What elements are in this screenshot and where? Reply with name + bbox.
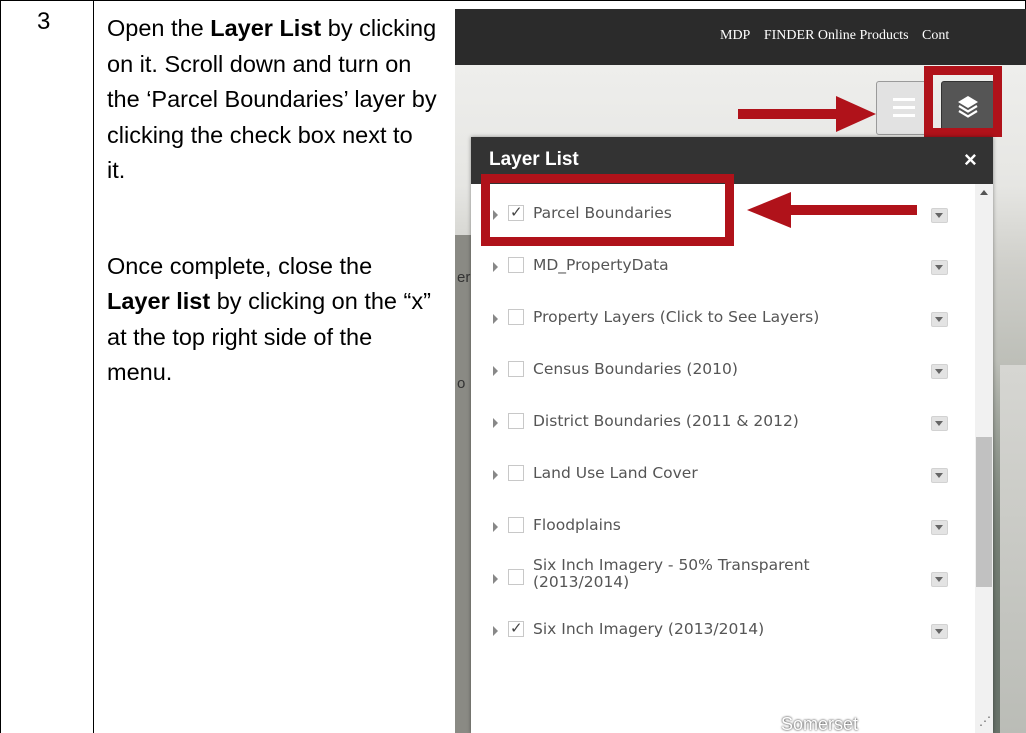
header-links: MDP FINDER Online Products Cont: [720, 28, 959, 44]
layer-label[interactable]: Six Inch Imagery - 50% Transparent (2013…: [533, 557, 853, 591]
table-border-top: [0, 0, 1026, 1]
close-icon[interactable]: ×: [964, 147, 977, 173]
instr-bold-layer-list: Layer list: [107, 288, 211, 314]
layer-checkbox[interactable]: [508, 413, 524, 429]
header-link-contact[interactable]: Cont: [922, 28, 949, 43]
layer-item-six-inch-transparent: Six Inch Imagery - 50% Transparent (2013…: [471, 552, 971, 604]
highlight-box-parcel-boundaries: [481, 174, 734, 246]
layer-menu-dropdown-icon[interactable]: [931, 260, 948, 275]
layer-checkbox[interactable]: [508, 619, 524, 637]
step-number: 3: [37, 8, 51, 35]
layer-checkbox[interactable]: [508, 257, 524, 273]
layer-item-floodplains: Floodplains: [471, 500, 971, 552]
map-imagery-strip: [1000, 365, 1026, 733]
layer-menu-dropdown-icon[interactable]: [931, 364, 948, 379]
panel-title: Layer List: [489, 149, 579, 170]
layer-menu-dropdown-icon[interactable]: [931, 468, 948, 483]
layer-menu-dropdown-icon[interactable]: [931, 572, 948, 587]
legend-button[interactable]: [876, 81, 930, 135]
layer-item-census-boundaries: Census Boundaries (2010): [471, 344, 971, 396]
resize-grip-icon[interactable]: ⋰: [979, 714, 991, 728]
layer-checkbox[interactable]: [508, 517, 524, 533]
expand-triangle-icon[interactable]: [493, 522, 498, 532]
table-divider: [93, 0, 94, 733]
map-place-label: Somerset: [781, 714, 859, 733]
expand-triangle-icon[interactable]: [493, 470, 498, 480]
layer-item-land-use: Land Use Land Cover: [471, 448, 971, 500]
arrow-right-icon: [738, 96, 876, 132]
layer-checkbox[interactable]: [508, 361, 524, 377]
layer-item-md-propertydata: MD_PropertyData: [471, 240, 971, 292]
instr-text: Once complete, close the: [107, 252, 373, 279]
app-screenshot: er o MDP FINDER Online Products Cont Lay…: [455, 9, 1026, 733]
map-label: o: [457, 375, 466, 392]
expand-triangle-icon[interactable]: [493, 574, 498, 584]
instr-bold-layer-list: Layer List: [210, 15, 322, 41]
layer-menu-dropdown-icon[interactable]: [931, 624, 948, 639]
expand-triangle-icon[interactable]: [493, 262, 498, 272]
layer-label[interactable]: Six Inch Imagery (2013/2014): [533, 620, 764, 638]
layer-list: Parcel Boundaries MD_PropertyData Proper…: [471, 184, 993, 733]
layer-menu-dropdown-icon[interactable]: [931, 520, 948, 535]
expand-triangle-icon[interactable]: [493, 366, 498, 376]
instr-text: Open the: [107, 15, 211, 41]
table-border-left: [0, 0, 1, 733]
layer-menu-dropdown-icon[interactable]: [931, 312, 948, 327]
highlight-box-layers-button: [924, 66, 1002, 137]
layer-label[interactable]: Land Use Land Cover: [533, 464, 698, 482]
layer-item-district-boundaries: District Boundaries (2011 & 2012): [471, 396, 971, 448]
arrow-left-icon: [747, 192, 917, 228]
layer-menu-dropdown-icon[interactable]: [931, 416, 948, 431]
expand-triangle-icon[interactable]: [493, 314, 498, 324]
layer-menu-dropdown-icon[interactable]: [931, 208, 948, 223]
expand-triangle-icon[interactable]: [493, 418, 498, 428]
layer-checkbox[interactable]: [508, 569, 524, 585]
map-label: er: [457, 269, 471, 286]
layer-label[interactable]: Property Layers (Click to See Layers): [533, 308, 819, 326]
layer-item-six-inch-imagery: Six Inch Imagery (2013/2014): [471, 604, 971, 656]
scroll-up-arrow-icon[interactable]: [980, 190, 988, 195]
layer-label[interactable]: Census Boundaries (2010): [533, 360, 738, 378]
layer-checkbox[interactable]: [508, 309, 524, 325]
header-link-finder[interactable]: FINDER Online Products: [764, 28, 909, 43]
app-header: MDP FINDER Online Products Cont: [455, 9, 1026, 65]
scrollbar-thumb[interactable]: [976, 437, 992, 587]
layer-label[interactable]: District Boundaries (2011 & 2012): [533, 412, 799, 430]
layer-label[interactable]: Floodplains: [533, 516, 621, 534]
instruction-paragraph-2: Once complete, close the Layer list by c…: [107, 249, 437, 391]
expand-triangle-icon[interactable]: [493, 626, 498, 636]
layer-item-property-layers: Property Layers (Click to See Layers): [471, 292, 971, 344]
header-link-mdp[interactable]: MDP: [720, 28, 750, 43]
layer-label[interactable]: MD_PropertyData: [533, 256, 669, 274]
map-imagery-strip: [455, 235, 471, 733]
instruction-text: Open the Layer List by clicking on it. S…: [107, 11, 437, 391]
layer-checkbox[interactable]: [508, 465, 524, 481]
instruction-paragraph-1: Open the Layer List by clicking on it. S…: [107, 11, 437, 189]
